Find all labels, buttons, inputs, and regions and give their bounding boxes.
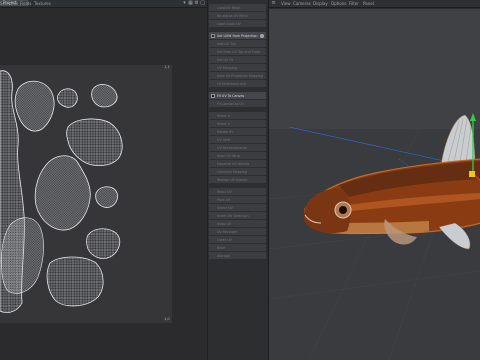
command-label: Relax UV xyxy=(217,190,232,194)
command-label: Auto UV Projection Mapping xyxy=(217,74,263,78)
command-label: Pack UV xyxy=(217,198,231,202)
command-item[interactable]: Auto UV Projection Mapping xyxy=(209,72,266,80)
command-item[interactable]: Optimize Mapping xyxy=(209,168,266,176)
command-item[interactable]: Fit UV To Canvas xyxy=(209,92,266,100)
command-item[interactable]: Select UV xyxy=(209,204,266,212)
command-label: Mirror V xyxy=(217,122,231,126)
viewport-menu-panel[interactable]: Panel xyxy=(363,1,374,6)
uv-corner-bottom-right: 1,0 xyxy=(164,317,170,321)
viewport-scene xyxy=(269,9,480,360)
command-item[interactable]: Load UV Mesh xyxy=(209,4,266,12)
command-label: Optimize Mapping xyxy=(217,170,247,174)
command-label: Storage xyxy=(217,254,230,258)
layout-icon[interactable]: ▦ xyxy=(188,1,193,6)
command-label: Load UV Mesh xyxy=(217,6,241,10)
viewport-menu-filter[interactable]: Filter xyxy=(349,1,359,6)
uv-island-fin-1 xyxy=(57,88,78,108)
command-item[interactable]: Mirror U xyxy=(209,112,266,120)
command-item[interactable]: Mirror V xyxy=(209,120,266,128)
command-label: Equalize UV Islands xyxy=(217,162,250,166)
uv-corner-top-right: 1,1 xyxy=(164,65,170,69)
command-item[interactable]: Align UV Strip xyxy=(209,152,266,160)
uv-island-tail xyxy=(46,256,104,307)
uv-island-lower xyxy=(0,217,44,294)
command-item[interactable]: UV Rectangularize xyxy=(209,144,266,152)
command-item[interactable]: Load Cubic UV xyxy=(209,20,266,28)
command-item[interactable]: Fit Canvas to UV xyxy=(209,100,266,108)
command-item[interactable]: Pack UV xyxy=(209,196,266,204)
command-item[interactable]: Relax UV xyxy=(209,188,266,196)
command-item[interactable]: Layer UV xyxy=(209,236,266,244)
command-label: UV Rectangularize xyxy=(217,146,248,150)
viewport-menu-view[interactable]: View xyxy=(281,1,291,6)
command-label: Add UV Tag xyxy=(217,42,236,46)
uv-islands xyxy=(0,70,123,313)
command-label: Fit UV To Canvas xyxy=(217,94,245,98)
command-label: UV Shift xyxy=(217,138,231,142)
command-item[interactable]: Rotate UV xyxy=(209,128,266,136)
command-item[interactable]: Re-adjust UV Mesh xyxy=(209,12,266,20)
command-item[interactable]: UV Manager xyxy=(209,228,266,236)
command-item[interactable]: Realign UV Islands xyxy=(209,176,266,184)
command-item[interactable]: Bake xyxy=(209,244,266,252)
command-label: Snap UV xyxy=(217,222,232,226)
viewport-menu-options[interactable]: Options xyxy=(331,1,346,6)
command-checkbox[interactable] xyxy=(211,34,215,38)
command-settings-icon[interactable] xyxy=(260,34,264,38)
viewport-menu-display[interactable]: Display xyxy=(313,1,328,6)
uv-island-fin-4 xyxy=(86,228,121,259)
command-label: Set UV Fit xyxy=(217,58,234,62)
command-label: Set UVW from Projection xyxy=(217,34,258,38)
command-label: UV Mapping xyxy=(217,66,237,70)
command-checkbox[interactable] xyxy=(211,94,215,98)
uv-island-fin-2 xyxy=(91,84,118,108)
command-item[interactable]: Snap UV xyxy=(209,220,266,228)
settings-icon[interactable]: ⚙ xyxy=(194,1,199,6)
viewport-nav-icon[interactable]: ≡ xyxy=(271,1,276,6)
command-label: Realign UV Islands xyxy=(217,178,248,182)
menu-fields[interactable]: Fields xyxy=(20,1,31,6)
command-label: Re-adjust UV Mesh xyxy=(217,14,248,18)
project-dropdown-label: Project xyxy=(3,0,17,5)
menu-textures[interactable]: Textures xyxy=(34,1,51,6)
command-item[interactable]: Invert UV Selection xyxy=(209,212,266,220)
command-label: UV Manager xyxy=(217,230,238,234)
command-label: Select UV xyxy=(217,206,233,210)
command-item[interactable]: UV Shift xyxy=(209,136,266,144)
command-label: Rotate UV xyxy=(217,130,234,134)
command-item[interactable]: Set UVW from Projection xyxy=(209,32,266,40)
viewport-menubar: ≡ View Cameras Display Options Filter Pa… xyxy=(268,0,480,8)
uv-command-panel: Load UV Mesh Re-adjust UV Mesh Load Cubic … xyxy=(207,0,267,360)
command-label: Layer UV xyxy=(217,238,232,242)
command-item[interactable]: Storage xyxy=(209,252,266,260)
uv-island-fin-5 xyxy=(95,186,118,208)
command-label: Align UV Strip xyxy=(217,154,240,158)
uv-island-belly xyxy=(34,155,91,231)
command-label: Load Cubic UV xyxy=(217,22,241,26)
viewport-menu-cameras[interactable]: Cameras xyxy=(293,1,311,6)
command-label: Fit Canvas to UV xyxy=(217,102,245,106)
command-label: Fit Selection/Lock xyxy=(217,82,246,86)
command-label: Set from UV Tag and Cube xyxy=(217,50,261,54)
uv-island-fin-3 xyxy=(66,118,123,167)
maximize-icon[interactable]: ▢ xyxy=(200,1,205,6)
command-label: Bake xyxy=(217,246,226,250)
command-item[interactable]: Fit Selection/Lock xyxy=(209,80,266,88)
command-item[interactable]: Equalize UV Islands xyxy=(209,160,266,168)
command-item[interactable]: Set from UV Tag and Cube xyxy=(209,48,266,56)
command-item[interactable]: Add UV Tag xyxy=(209,40,266,48)
uv-editor-panel: 1,1 1,0 xyxy=(0,9,206,360)
command-label: Invert UV Selection xyxy=(217,214,249,218)
command-item[interactable]: UV Mapping xyxy=(209,64,266,72)
viewport-3d[interactable]: Perspective Default Camera Move View Tra… xyxy=(268,9,480,360)
view-icon[interactable]: ▾ xyxy=(182,1,187,6)
uv-canvas[interactable]: 1,1 1,0 xyxy=(0,65,172,323)
command-item[interactable]: Set UV Fit xyxy=(209,56,266,64)
command-label: Mirror U xyxy=(217,114,231,118)
uv-island-head xyxy=(14,80,55,132)
